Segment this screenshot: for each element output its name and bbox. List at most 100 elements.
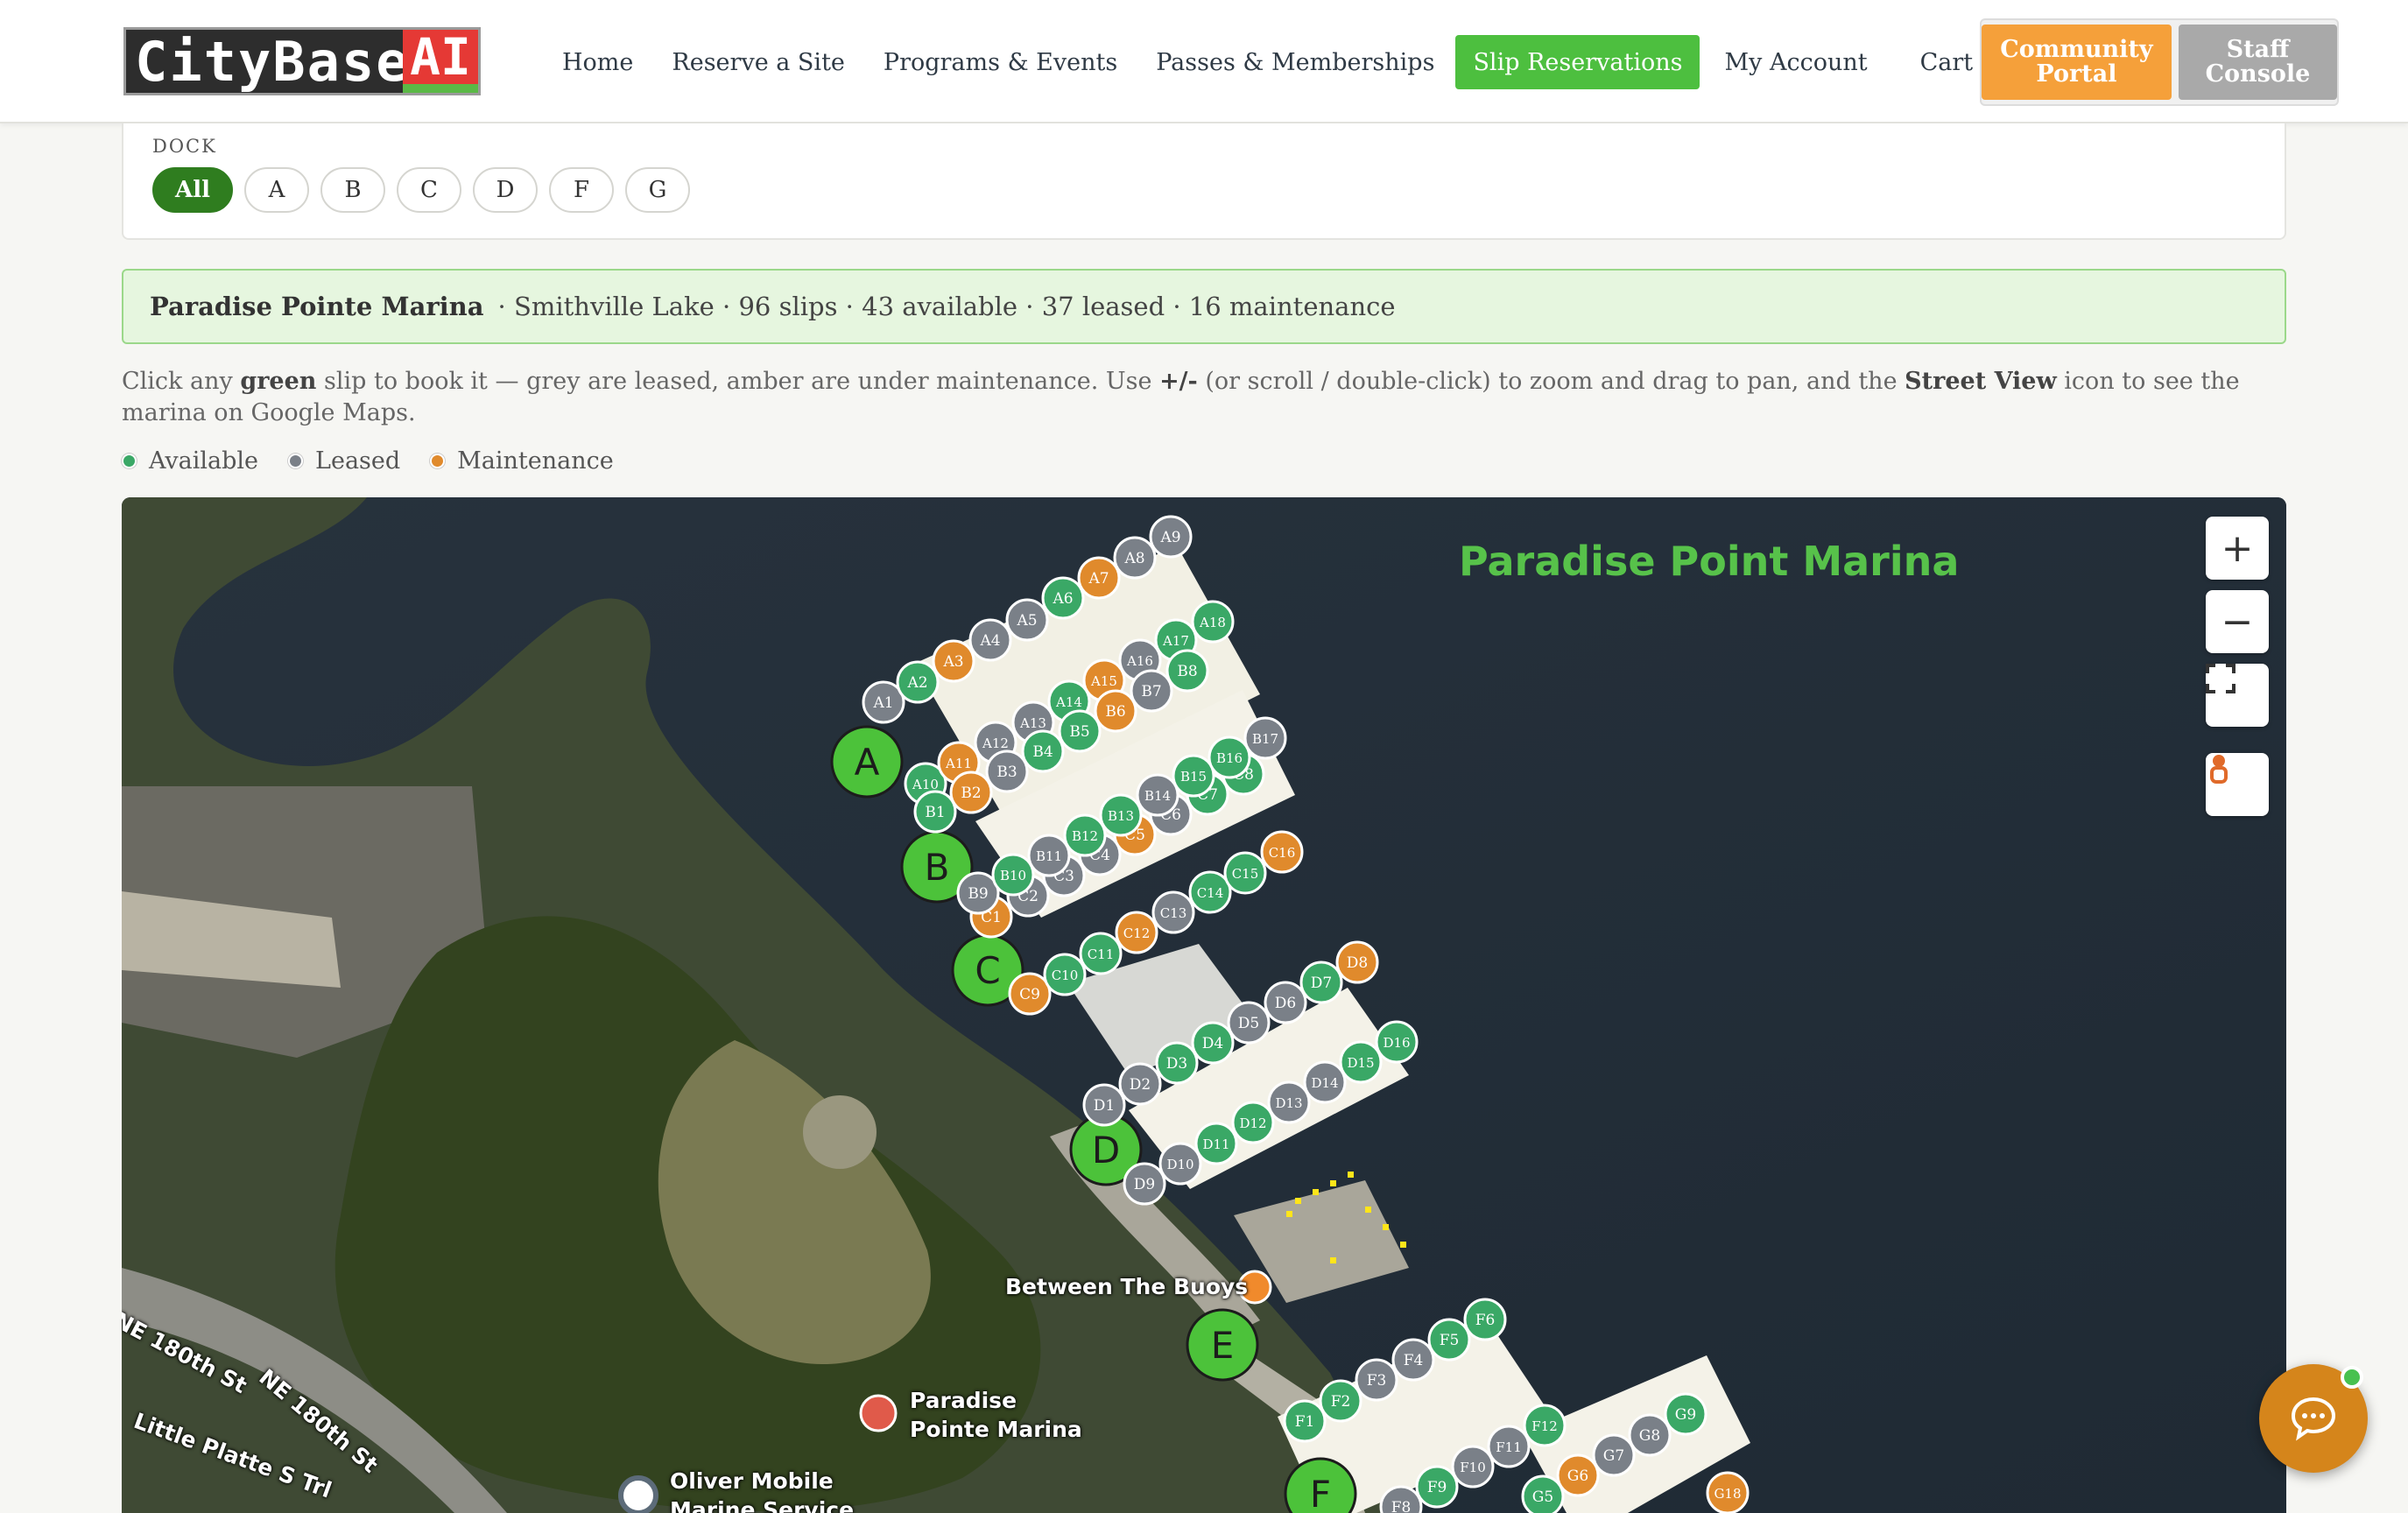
dock-marker-f-label: F bbox=[1310, 1473, 1331, 1513]
slip-marker-g18: G18 bbox=[1706, 1471, 1750, 1513]
poi-paradise-pointe-marina[interactable]: Paradise Pointe Marina bbox=[910, 1386, 1082, 1444]
slip-marker-f12[interactable]: F12 bbox=[1523, 1404, 1567, 1447]
nav-reserve-a-site[interactable]: Reserve a Site bbox=[652, 35, 864, 89]
slip-marker-b1[interactable]: B1 bbox=[913, 790, 957, 834]
slip-marker-f5[interactable]: F5 bbox=[1427, 1318, 1471, 1362]
slip-marker-c15[interactable]: C15 bbox=[1223, 851, 1267, 895]
nav-cart[interactable]: Cart bbox=[1901, 35, 1993, 89]
slip-marker-g6: G6 bbox=[1556, 1453, 1600, 1497]
dock-pill-f[interactable]: F bbox=[549, 167, 614, 213]
slip-label: A10 bbox=[912, 777, 939, 792]
slip-marker-d16[interactable]: D16 bbox=[1375, 1020, 1419, 1064]
zoom-out-button[interactable]: − bbox=[2206, 590, 2269, 653]
slip-marker-d15[interactable]: D15 bbox=[1339, 1040, 1383, 1084]
slip-marker-b13[interactable]: B13 bbox=[1099, 793, 1143, 837]
help-part: Click any bbox=[122, 368, 241, 395]
chat-online-indicator bbox=[2341, 1366, 2363, 1389]
portal-switcher: Community Portal Staff Console bbox=[1980, 18, 2339, 106]
slip-marker-d11[interactable]: D11 bbox=[1194, 1122, 1238, 1165]
dock-pill-all[interactable]: All bbox=[152, 167, 233, 213]
slip-marker-b15[interactable]: B15 bbox=[1172, 754, 1215, 798]
nav-slip-reservations[interactable]: Slip Reservations bbox=[1455, 35, 1700, 89]
slip-marker-f1[interactable]: F1 bbox=[1283, 1399, 1327, 1443]
poi-oliver-mobile-marine[interactable]: Oliver Mobile Marine Service bbox=[670, 1467, 854, 1513]
slip-label: A9 bbox=[1159, 529, 1180, 546]
slip-label: A2 bbox=[906, 674, 927, 692]
nav-programs-events[interactable]: Programs & Events bbox=[864, 35, 1137, 89]
status-legend: Available Leased Maintenance bbox=[122, 447, 614, 475]
slip-label: A15 bbox=[1090, 673, 1117, 689]
slip-marker-d4[interactable]: D4 bbox=[1191, 1021, 1235, 1065]
slip-label: A11 bbox=[945, 756, 972, 771]
slip-marker-g5[interactable]: G5 bbox=[1521, 1474, 1565, 1513]
slip-label: B3 bbox=[996, 764, 1017, 781]
slip-label: B16 bbox=[1216, 750, 1243, 766]
slip-marker-b14: B14 bbox=[1136, 773, 1179, 817]
dock-marker-d-label: D bbox=[1092, 1129, 1120, 1172]
slip-marker-a18[interactable]: A18 bbox=[1191, 600, 1235, 644]
slip-label: F11 bbox=[1496, 1439, 1522, 1455]
dock-pill-d[interactable]: D bbox=[473, 167, 538, 213]
slip-marker-c14[interactable]: C14 bbox=[1188, 870, 1232, 914]
dock-pill-a[interactable]: A bbox=[244, 167, 309, 213]
slip-marker-d12[interactable]: D12 bbox=[1231, 1101, 1275, 1144]
slip-marker-a3: A3 bbox=[932, 639, 975, 683]
fullscreen-button[interactable] bbox=[2206, 664, 2269, 727]
marina-pin-icon[interactable] bbox=[859, 1394, 898, 1432]
community-portal-button[interactable]: Community Portal bbox=[1982, 25, 2172, 100]
dock-marker-e-label: E bbox=[1211, 1324, 1235, 1367]
slip-label: D4 bbox=[1202, 1035, 1223, 1052]
slip-marker-a2[interactable]: A2 bbox=[896, 660, 940, 704]
slip-marker-b8[interactable]: B8 bbox=[1165, 649, 1209, 693]
marina-map[interactable]: A B C D E F A1 A2 A3 A4 A5 A6 A7 A8 A9 A10 A11 A12 A… bbox=[122, 497, 2286, 1513]
slip-marker-f6[interactable]: F6 bbox=[1463, 1298, 1507, 1341]
slip-marker-b16[interactable]: B16 bbox=[1208, 735, 1251, 779]
poi-between-the-buoys[interactable]: Between The Buoys bbox=[1005, 1274, 1248, 1299]
help-part: (or scroll / double-click) to zoom and d… bbox=[1197, 368, 1905, 395]
slip-marker-a6[interactable]: A6 bbox=[1041, 576, 1085, 620]
slip-marker-c11[interactable]: C11 bbox=[1079, 932, 1123, 975]
slip-marker-f9[interactable]: F9 bbox=[1415, 1465, 1459, 1509]
slip-marker-b4[interactable]: B4 bbox=[1021, 729, 1065, 773]
slip-label: G7 bbox=[1603, 1447, 1624, 1465]
slip-label: C14 bbox=[1197, 885, 1224, 901]
zoom-in-button[interactable]: + bbox=[2206, 517, 2269, 580]
nav-passes-memberships[interactable]: Passes & Memberships bbox=[1137, 35, 1454, 89]
slip-marker-b5[interactable]: B5 bbox=[1058, 709, 1102, 753]
staff-console-button[interactable]: Staff Console bbox=[2178, 25, 2337, 100]
nav-my-account[interactable]: My Account bbox=[1705, 35, 1886, 89]
nav-home[interactable]: Home bbox=[543, 35, 652, 89]
help-plusminus: +/- bbox=[1159, 368, 1198, 395]
slip-label: B10 bbox=[1000, 868, 1026, 883]
slip-label: D16 bbox=[1383, 1035, 1410, 1051]
slip-label: B5 bbox=[1069, 723, 1089, 741]
slip-label: A16 bbox=[1126, 653, 1153, 669]
slip-marker-b10[interactable]: B10 bbox=[991, 853, 1035, 897]
fullscreen-icon bbox=[2206, 664, 2235, 693]
slip-marker-b12[interactable]: B12 bbox=[1063, 813, 1107, 857]
dock-pill-c[interactable]: C bbox=[397, 167, 461, 213]
slip-label: F4 bbox=[1404, 1352, 1424, 1369]
slip-marker-d13: D13 bbox=[1267, 1080, 1311, 1124]
slip-label: G9 bbox=[1675, 1406, 1696, 1424]
slip-label: B8 bbox=[1177, 663, 1197, 680]
slip-label: D3 bbox=[1166, 1055, 1187, 1073]
dock-pill-g[interactable]: G bbox=[625, 167, 690, 213]
slip-marker-c10[interactable]: C10 bbox=[1043, 953, 1087, 996]
slip-marker-c13: C13 bbox=[1151, 890, 1195, 934]
slip-label: C11 bbox=[1088, 947, 1115, 962]
slip-marker-d7[interactable]: D7 bbox=[1299, 961, 1343, 1004]
slip-label: C9 bbox=[1019, 986, 1040, 1003]
slip-label: D11 bbox=[1202, 1137, 1229, 1152]
slip-marker-d3[interactable]: D3 bbox=[1155, 1041, 1199, 1085]
dock-marker-c-label: C bbox=[975, 949, 1000, 992]
slip-marker-g9[interactable]: G9 bbox=[1664, 1392, 1707, 1436]
street-view-button[interactable] bbox=[2206, 753, 2269, 816]
slip-label: C15 bbox=[1232, 866, 1259, 882]
dock-pill-b[interactable]: B bbox=[320, 167, 385, 213]
slip-marker-f2[interactable]: F2 bbox=[1319, 1379, 1362, 1423]
slip-label: A3 bbox=[942, 653, 963, 671]
service-pin-icon[interactable] bbox=[618, 1475, 658, 1513]
citybase-logo[interactable]: CityBase AI bbox=[123, 27, 481, 95]
slip-label: F6 bbox=[1475, 1312, 1496, 1329]
